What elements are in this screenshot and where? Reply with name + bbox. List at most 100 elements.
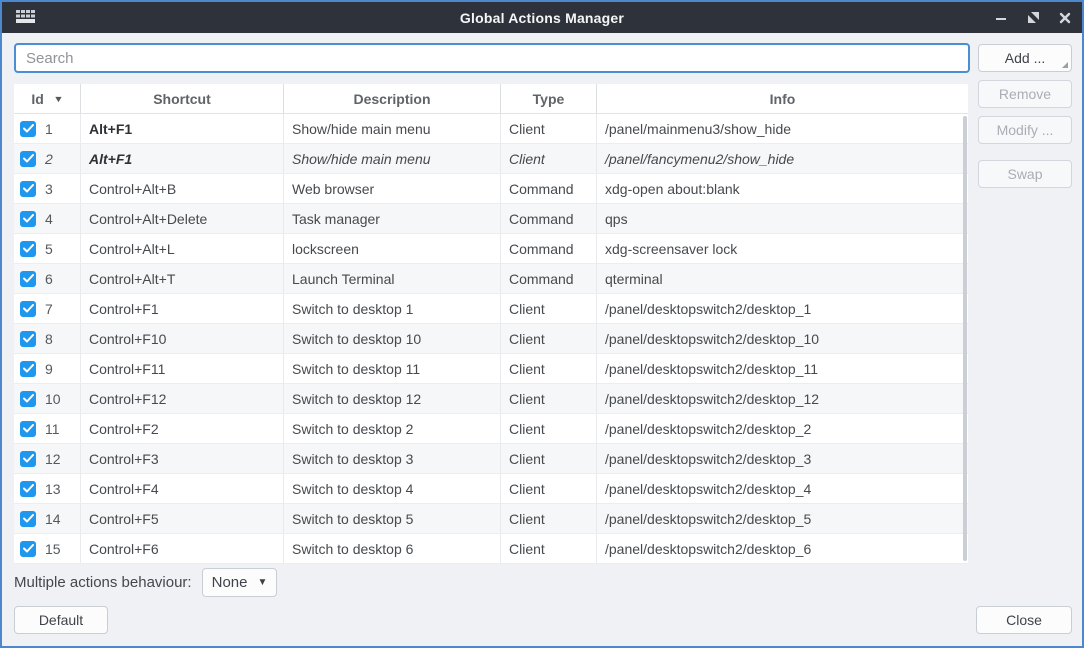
- row-enabled-checkbox[interactable]: [20, 481, 36, 497]
- row-enabled-checkbox[interactable]: [20, 421, 36, 437]
- column-header-type[interactable]: Type: [501, 84, 597, 113]
- column-header-id[interactable]: Id ▼: [14, 84, 81, 113]
- menu-indicator-icon: [1062, 62, 1068, 68]
- cell-shortcut: Control+Alt+T: [81, 264, 284, 293]
- table-scrollbar[interactable]: [963, 116, 967, 561]
- table-row[interactable]: 6Control+Alt+TLaunch TerminalCommandqter…: [14, 264, 968, 294]
- row-enabled-checkbox[interactable]: [20, 181, 36, 197]
- row-id-value: 10: [45, 391, 61, 407]
- cell-info: /panel/desktopswitch2/desktop_1: [597, 294, 968, 323]
- row-id-value: 5: [45, 241, 53, 257]
- default-button[interactable]: Default: [14, 606, 108, 634]
- table-row[interactable]: 14Control+F5Switch to desktop 5Client/pa…: [14, 504, 968, 534]
- cell-info: /panel/mainmenu3/show_hide: [597, 114, 968, 143]
- cell-description: Switch to desktop 5: [284, 504, 501, 533]
- cell-info: xdg-open about:blank: [597, 174, 968, 203]
- cell-info: /panel/desktopswitch2/desktop_11: [597, 354, 968, 383]
- table-row[interactable]: 1Alt+F1Show/hide main menuClient/panel/m…: [14, 114, 968, 144]
- cell-id: 7: [14, 294, 81, 323]
- table-row[interactable]: 10Control+F12Switch to desktop 12Client/…: [14, 384, 968, 414]
- modify-button[interactable]: Modify ...: [978, 116, 1072, 144]
- row-enabled-checkbox[interactable]: [20, 361, 36, 377]
- table-row[interactable]: 3Control+Alt+BWeb browserCommandxdg-open…: [14, 174, 968, 204]
- table-row[interactable]: 7 Control+F1Switch to desktop 1Client/pan…: [14, 294, 968, 324]
- cell-description: Task manager: [284, 204, 501, 233]
- close-button[interactable]: Close: [976, 606, 1072, 634]
- cell-info: qterminal: [597, 264, 968, 293]
- cell-type: Client: [501, 354, 597, 383]
- cell-info: /panel/desktopswitch2/desktop_6: [597, 534, 968, 563]
- table-row[interactable]: 2Alt+F1Show/hide main menuClient/panel/f…: [14, 144, 968, 174]
- table-row[interactable]: 4Control+Alt+DeleteTask managerCommandqp…: [14, 204, 968, 234]
- cell-type: Client: [501, 324, 597, 353]
- restore-icon[interactable]: [1024, 9, 1042, 27]
- cell-id: 6: [14, 264, 81, 293]
- cell-shortcut: Control+F1: [81, 294, 284, 323]
- cell-info: /panel/desktopswitch2/desktop_12: [597, 384, 968, 413]
- row-enabled-checkbox[interactable]: [20, 211, 36, 227]
- row-enabled-checkbox[interactable]: [20, 451, 36, 467]
- table-row[interactable]: 9Control+F11Switch to desktop 11Client/p…: [14, 354, 968, 384]
- shortcuts-table: Id ▼ Shortcut Description Type Info 1Alt…: [14, 84, 968, 564]
- chevron-down-icon: ▼: [257, 577, 267, 588]
- row-enabled-checkbox[interactable]: [20, 241, 36, 257]
- remove-button[interactable]: Remove: [978, 80, 1072, 108]
- cell-description: lockscreen: [284, 234, 501, 263]
- cell-id: 13: [14, 474, 81, 503]
- search-input[interactable]: [14, 43, 970, 73]
- row-enabled-checkbox[interactable]: [20, 271, 36, 287]
- row-enabled-checkbox[interactable]: [20, 511, 36, 527]
- table-row[interactable]: 12Control+F3Switch to desktop 3Client/pa…: [14, 444, 968, 474]
- row-enabled-checkbox[interactable]: [20, 121, 36, 137]
- cell-shortcut: Alt+F1: [81, 114, 284, 143]
- row-id-value: 9: [45, 361, 53, 377]
- column-header-shortcut[interactable]: Shortcut: [81, 84, 284, 113]
- cell-type: Client: [501, 114, 597, 143]
- row-enabled-checkbox[interactable]: [20, 301, 36, 317]
- cell-type: Client: [501, 384, 597, 413]
- cell-type: Client: [501, 534, 597, 563]
- row-id-value: 11: [45, 421, 60, 437]
- close-icon[interactable]: [1056, 9, 1074, 27]
- swap-button[interactable]: Swap: [978, 160, 1072, 188]
- minimize-icon[interactable]: [992, 9, 1010, 27]
- cell-shortcut: Control+F12: [81, 384, 284, 413]
- cell-id: 15: [14, 534, 81, 563]
- cell-type: Client: [501, 474, 597, 503]
- row-enabled-checkbox[interactable]: [20, 541, 36, 557]
- cell-id: 14: [14, 504, 81, 533]
- column-header-description[interactable]: Description: [284, 84, 501, 113]
- cell-shortcut: Control+F2: [81, 414, 284, 443]
- add-button[interactable]: Add ...: [978, 44, 1072, 72]
- add-button-label: Add ...: [1005, 50, 1045, 66]
- table-row[interactable]: 8Control+F10Switch to desktop 10Client/p…: [14, 324, 968, 354]
- behaviour-select[interactable]: None ▼: [202, 568, 278, 597]
- cell-id: 8: [14, 324, 81, 353]
- cell-description: Switch to desktop 3: [284, 444, 501, 473]
- row-id-value: 13: [45, 481, 61, 497]
- cell-type: Client: [501, 504, 597, 533]
- row-enabled-checkbox[interactable]: [20, 151, 36, 167]
- row-id-value: 7: [45, 301, 53, 317]
- row-enabled-checkbox[interactable]: [20, 391, 36, 407]
- titlebar: Global Actions Manager: [2, 2, 1082, 33]
- column-header-info[interactable]: Info: [597, 84, 968, 113]
- cell-id: 1: [14, 114, 81, 143]
- table-row[interactable]: 13Control+F4Switch to desktop 4Client/pa…: [14, 474, 968, 504]
- cell-description: Switch to desktop 10: [284, 324, 501, 353]
- cell-description: Switch to desktop 1: [284, 294, 501, 323]
- cell-type: Client: [501, 294, 597, 323]
- window-controls: [992, 2, 1074, 33]
- cell-info: /panel/desktopswitch2/desktop_10: [597, 324, 968, 353]
- behaviour-selected-value: None: [212, 574, 248, 591]
- row-id-value: 6: [45, 271, 53, 287]
- cell-info: qps: [597, 204, 968, 233]
- table-row[interactable]: 11Control+F2Switch to desktop 2Client/pa…: [14, 414, 968, 444]
- cell-shortcut: Control+Alt+B: [81, 174, 284, 203]
- table-row[interactable]: 5Control+Alt+LlockscreenCommandxdg-scree…: [14, 234, 968, 264]
- row-enabled-checkbox[interactable]: [20, 331, 36, 347]
- table-row[interactable]: 15Control+F6Switch to desktop 6Client/pa…: [14, 534, 968, 564]
- row-id-value: 15: [45, 541, 61, 557]
- behaviour-row: Multiple actions behaviour: None ▼: [14, 568, 277, 597]
- cell-info: /panel/desktopswitch2/desktop_2: [597, 414, 968, 443]
